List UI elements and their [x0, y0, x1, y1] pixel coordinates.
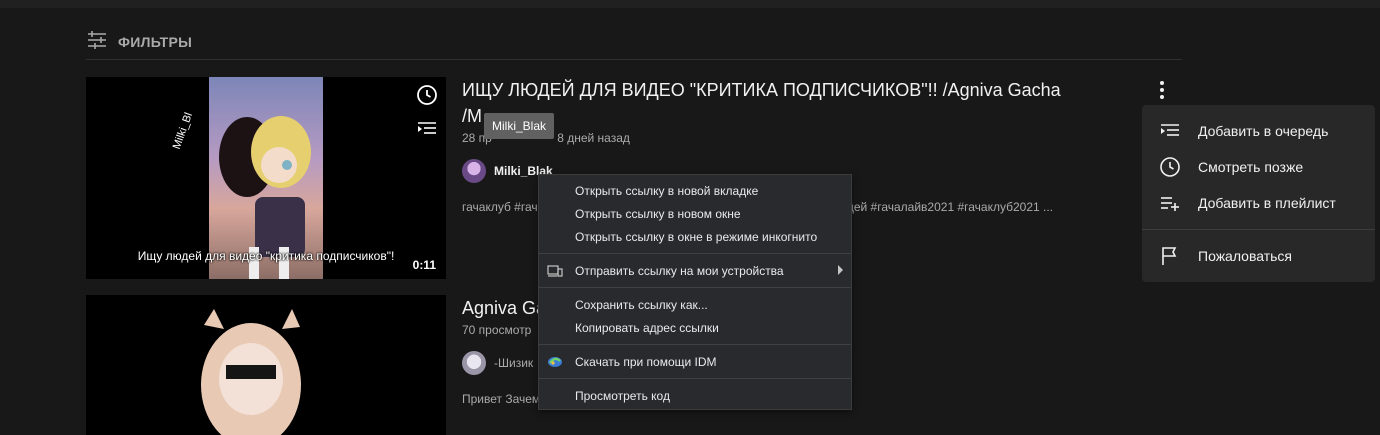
browser-context-menu: Открыть ссылку в новой вкладке Открыть с… [538, 174, 852, 410]
playlist-add-icon [1158, 191, 1182, 215]
search-results-page: ФИЛЬТРЫ Milki_Bl Ищу людей для видео "кр… [0, 8, 1380, 435]
add-to-queue-icon [1158, 119, 1182, 143]
menu-item-label: Смотреть позже [1198, 159, 1304, 175]
video-title-line1: ИЩУ ЛЮДЕЙ ДЛЯ ВИДЕО "КРИТИКА ПОДПИСЧИКОВ… [462, 80, 1061, 100]
thumbnail-caption: Ищу людей для видео "критика подписчиков… [137, 249, 395, 263]
filter-sliders-icon [86, 30, 108, 55]
ctx-item-label: Сохранить ссылку как... [575, 297, 708, 312]
clock-icon [1158, 155, 1182, 179]
ctx-copy-link-address[interactable]: Копировать адрес ссылки [539, 316, 851, 339]
idm-icon [547, 354, 563, 370]
ctx-open-new-window[interactable]: Открыть ссылку в новом окне [539, 202, 851, 225]
menu-item-add-to-playlist[interactable]: Добавить в плейлист [1142, 185, 1375, 221]
menu-item-watch-later[interactable]: Смотреть позже [1142, 149, 1375, 185]
add-to-queue-thumb-button[interactable] [416, 117, 438, 139]
video-description: гачаклуб #гач рное #ищулюдей #гачалайв20… [462, 200, 1053, 214]
video-thumbnail[interactable]: Milki_Bl Ищу людей для видео "критика по… [86, 77, 446, 279]
video-thumbnail[interactable] [86, 295, 446, 435]
description-left: гачаклуб #гач [462, 200, 538, 214]
ctx-send-to-devices[interactable]: Отправить ссылку на мои устройства [539, 259, 851, 282]
duration-badge: 0:11 [408, 257, 440, 273]
filters-button[interactable]: ФИЛЬТРЫ [86, 30, 192, 54]
top-bar [0, 0, 1380, 8]
menu-item-add-to-queue[interactable]: Добавить в очередь [1142, 113, 1375, 149]
flag-icon [1158, 244, 1182, 268]
more-actions-button[interactable] [1150, 78, 1174, 102]
add-to-queue-icon [418, 122, 436, 134]
menu-item-report[interactable]: Пожаловаться [1142, 238, 1375, 274]
more-dot [1160, 95, 1164, 99]
view-count: 70 просмотр [462, 323, 532, 337]
avatar[interactable] [462, 159, 486, 183]
avatar[interactable] [462, 351, 486, 375]
devices-icon [547, 263, 563, 279]
ctx-item-label: Скачать при помощи IDM [575, 354, 717, 369]
ctx-item-label: Отправить ссылку на мои устройства [575, 263, 784, 278]
thumbnail-artwork [201, 309, 301, 435]
video-actions-menu: Добавить в очередь Смотреть позже Добави… [1142, 105, 1375, 282]
filters-divider [86, 59, 1182, 60]
submenu-arrow-icon [838, 265, 843, 275]
thumbnail-watermark: Milki_Bl [170, 111, 196, 151]
ctx-item-label: Просмотреть код [575, 388, 670, 403]
watch-later-thumb-button[interactable] [416, 84, 438, 106]
ctx-save-link-as[interactable]: Сохранить ссылку как... [539, 293, 851, 316]
filters-label: ФИЛЬТРЫ [118, 34, 193, 50]
ctx-divider [539, 253, 851, 254]
more-dot [1160, 81, 1164, 85]
ctx-divider [539, 287, 851, 288]
menu-item-label: Пожаловаться [1198, 248, 1293, 264]
ctx-item-label: Открыть ссылку в окне в режиме инкогнито [575, 229, 818, 244]
more-dot [1160, 88, 1164, 92]
menu-item-label: Добавить в плейлист [1198, 195, 1336, 211]
ctx-open-incognito[interactable]: Открыть ссылку в окне в режиме инкогнито [539, 225, 851, 248]
channel-name[interactable]: -Шизик [494, 356, 533, 370]
ctx-divider [539, 378, 851, 379]
channel-tooltip: Milki_Blak [484, 113, 555, 139]
ctx-download-idm[interactable]: Скачать при помощи IDM [539, 350, 851, 373]
upload-age: 8 дней назад [557, 131, 630, 145]
video-title[interactable]: Agniva Ga [462, 295, 546, 321]
ctx-inspect[interactable]: Просмотреть код [539, 384, 851, 407]
ctx-item-label: Открыть ссылку в новом окне [575, 206, 741, 221]
clock-icon [417, 85, 437, 105]
ctx-divider [539, 344, 851, 345]
video-description: Привет Зачем [462, 392, 541, 406]
channel-link[interactable]: -Шизик [462, 351, 533, 375]
ctx-item-label: Копировать адрес ссылки [575, 320, 719, 335]
menu-divider [1142, 229, 1375, 230]
ctx-item-label: Открыть ссылку в новой вкладке [575, 183, 759, 198]
menu-item-label: Добавить в очередь [1198, 123, 1329, 139]
ctx-open-new-tab[interactable]: Открыть ссылку в новой вкладке [539, 179, 851, 202]
